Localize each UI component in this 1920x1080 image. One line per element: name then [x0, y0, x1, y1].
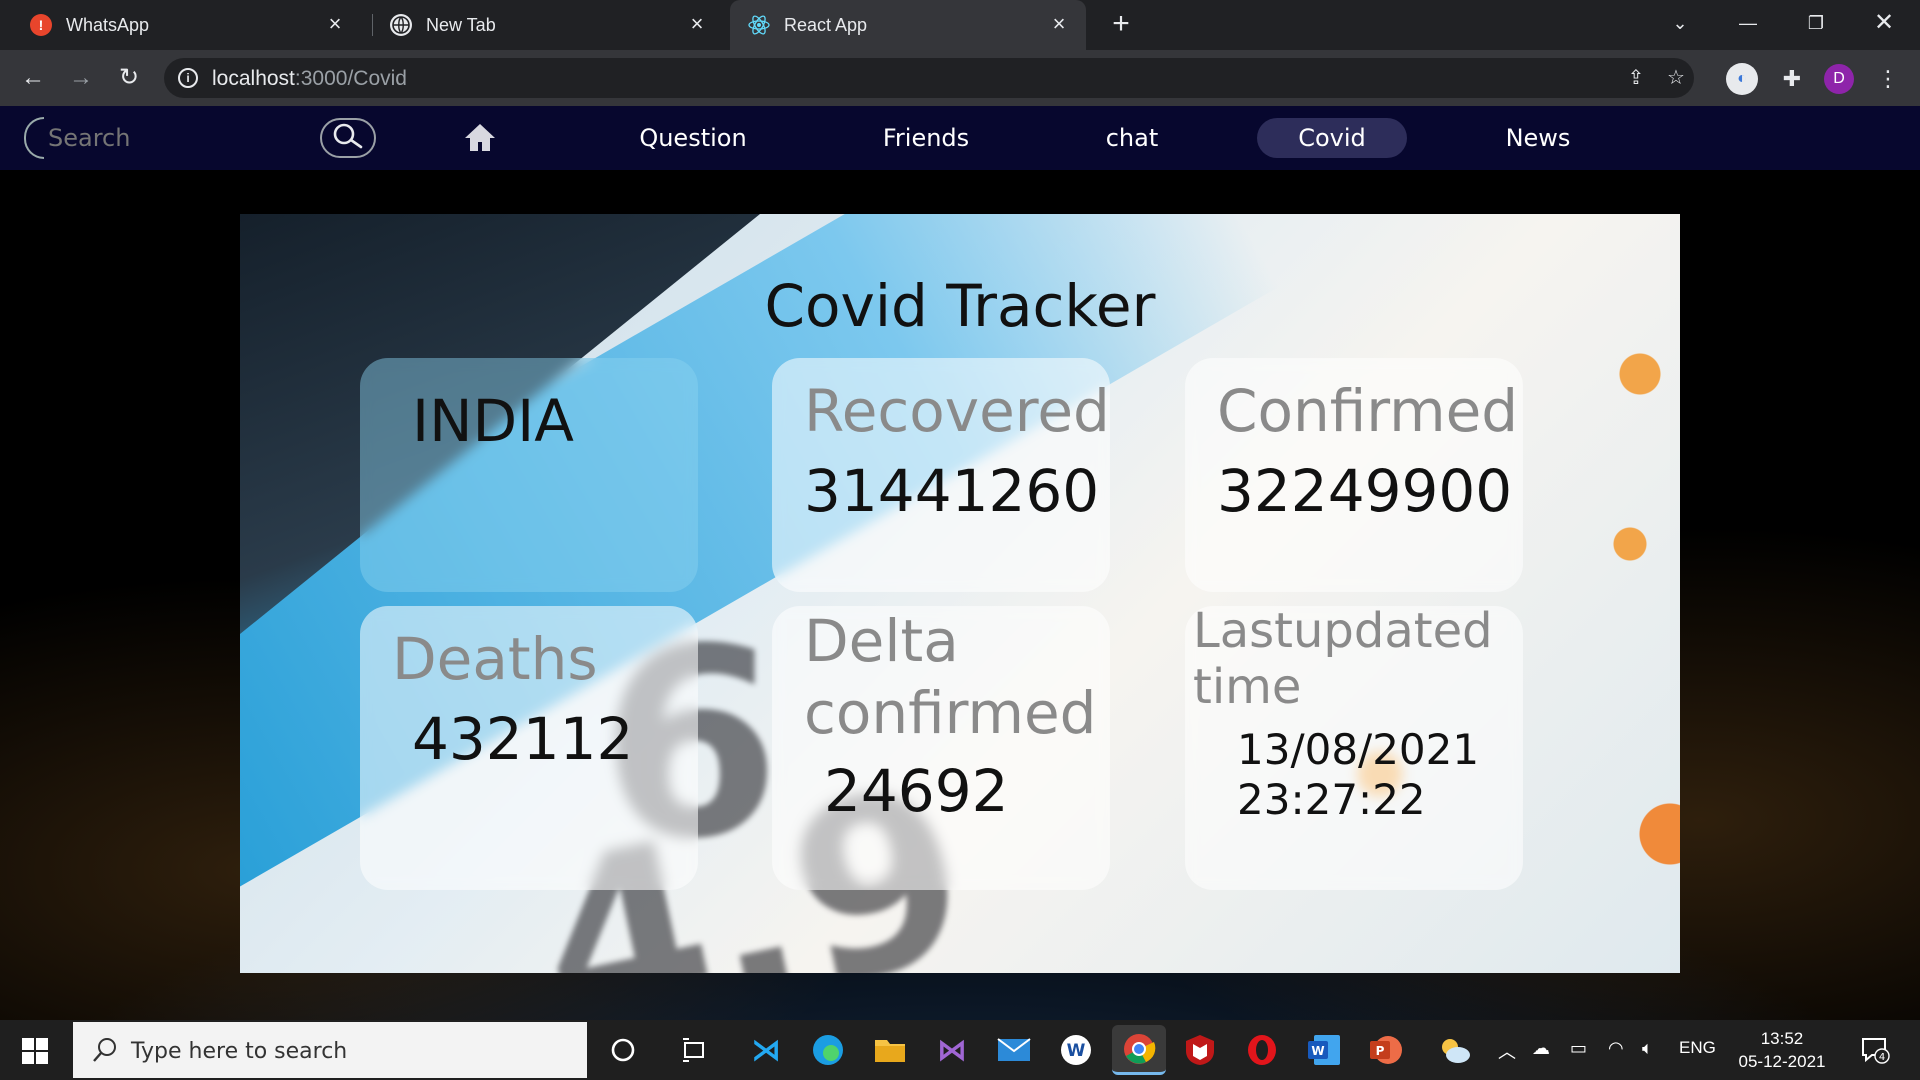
- search-icon: [93, 1038, 116, 1062]
- search-button[interactable]: [320, 118, 376, 158]
- extensions-puzzle-icon[interactable]: ✚: [1776, 63, 1808, 95]
- deaths-label: Deaths: [392, 625, 598, 693]
- minimize-button[interactable]: —: [1728, 8, 1768, 38]
- browser-toolbar: ← → ↻ i localhost:3000/Covid ⇪ ☆ ◐ ✚ D ⋮: [0, 50, 1920, 106]
- last-updated-time: 23:27:22: [1237, 775, 1426, 824]
- battery-icon[interactable]: ▭: [1570, 1038, 1587, 1059]
- show-hidden-icons-chevron-icon[interactable]: ︿: [1498, 1038, 1516, 1064]
- deaths-value: 432112: [412, 705, 634, 773]
- site-info-icon[interactable]: i: [178, 68, 198, 88]
- tab-title: New Tab: [426, 14, 496, 35]
- last-updated-label-line2: time: [1193, 659, 1302, 715]
- clock-time: 13:52: [1760, 1029, 1804, 1048]
- share-icon[interactable]: ⇪: [1624, 66, 1648, 90]
- svg-text:W: W: [1067, 1041, 1086, 1061]
- edge-icon[interactable]: [808, 1030, 848, 1070]
- browser-menu-icon[interactable]: ⋮: [1872, 63, 1904, 95]
- address-bar[interactable]: i localhost:3000/Covid ⇪ ☆: [164, 58, 1694, 98]
- extension-icon[interactable]: ◐: [1726, 63, 1758, 95]
- url-text[interactable]: localhost:3000/Covid: [212, 67, 407, 91]
- recovered-label: Recovered: [804, 377, 1110, 445]
- home-icon[interactable]: [462, 120, 498, 156]
- cortana-icon[interactable]: [603, 1030, 643, 1070]
- delta-label-line1: Delta: [804, 607, 959, 675]
- profile-avatar[interactable]: D: [1824, 64, 1854, 94]
- opera-icon[interactable]: [1242, 1030, 1282, 1070]
- globe-icon: [390, 14, 412, 36]
- delta-value: 24692: [824, 757, 1009, 825]
- confirmed-label: Confirmed: [1217, 377, 1519, 445]
- close-tab-icon[interactable]: ×: [686, 13, 708, 35]
- back-button[interactable]: ←: [18, 63, 48, 93]
- taskbar-clock[interactable]: 13:52 05-12-2021: [1720, 1027, 1844, 1073]
- weather-icon[interactable]: [1434, 1030, 1474, 1070]
- language-indicator[interactable]: ENG: [1679, 1038, 1716, 1058]
- nav-link-question[interactable]: Question: [620, 118, 766, 158]
- new-tab-button[interactable]: +: [1106, 9, 1136, 40]
- delta-label-line2: confirmed: [804, 679, 1097, 747]
- confirmed-card: Confirmed 32249900: [1185, 358, 1523, 592]
- recovered-card: Recovered 31441260: [772, 358, 1110, 592]
- last-updated-card: Lastupdated time 13/08/2021 23:27:22: [1185, 603, 1523, 890]
- search-form: [24, 117, 376, 159]
- visual-studio-icon[interactable]: ⋈: [932, 1030, 972, 1070]
- recovered-value: 31441260: [804, 457, 1100, 525]
- tab-search-chevron-icon[interactable]: ⌄: [1660, 8, 1700, 38]
- close-tab-icon[interactable]: ×: [324, 13, 346, 35]
- tab-new-tab[interactable]: New Tab ×: [362, 0, 724, 50]
- close-tab-icon[interactable]: ×: [1048, 13, 1070, 35]
- nav-link-friends[interactable]: Friends: [866, 118, 986, 158]
- close-window-button[interactable]: ✕: [1864, 8, 1904, 38]
- powerpoint-icon[interactable]: P: [1366, 1030, 1406, 1070]
- windows-start-icon[interactable]: [22, 1038, 48, 1064]
- word-icon[interactable]: W: [1304, 1030, 1344, 1070]
- tab-title: React App: [784, 14, 868, 35]
- tab-whatsapp[interactable]: ! WhatsApp ×: [0, 0, 362, 50]
- react-logo-icon: [748, 14, 770, 36]
- mcafee-icon[interactable]: [1180, 1030, 1220, 1070]
- confirmed-value: 32249900: [1217, 457, 1513, 525]
- country-card: INDIA: [360, 358, 698, 592]
- tab-react-app[interactable]: React App ×: [730, 0, 1086, 50]
- whatsapp-alert-icon: !: [30, 14, 52, 36]
- windows-taskbar: Type here to search ⋊ ⋈ W W P ︿ ☁ ▭ ◠ 🔈︎…: [0, 1020, 1920, 1080]
- taskbar-search-placeholder: Type here to search: [131, 1039, 348, 1064]
- forward-button[interactable]: →: [66, 63, 96, 93]
- covid-tracker-panel: 6 4.9 Covid Tracker INDIA Recovered 3144…: [240, 214, 1680, 973]
- file-explorer-icon[interactable]: [870, 1030, 910, 1070]
- svg-text:W: W: [1311, 1044, 1324, 1058]
- volume-icon[interactable]: 🔈︎: [1642, 1038, 1653, 1059]
- chrome-icon[interactable]: [1112, 1025, 1166, 1075]
- search-icon: [333, 123, 363, 148]
- wifi-icon[interactable]: ◠: [1608, 1038, 1624, 1059]
- tab-title: WhatsApp: [66, 14, 150, 35]
- last-updated-date: 13/08/2021: [1237, 725, 1480, 774]
- country-name: INDIA: [412, 387, 574, 455]
- onedrive-cloud-icon[interactable]: ☁: [1532, 1038, 1550, 1059]
- taskbar-search-box[interactable]: Type here to search: [73, 1022, 587, 1078]
- app-w-icon[interactable]: W: [1056, 1030, 1096, 1070]
- clock-date: 05-12-2021: [1738, 1052, 1826, 1071]
- restore-button[interactable]: ❐: [1796, 8, 1836, 38]
- bookmark-star-icon[interactable]: ☆: [1664, 66, 1688, 90]
- delta-confirmed-card: Delta confirmed 24692: [772, 606, 1110, 890]
- vscode-icon[interactable]: ⋊: [746, 1030, 786, 1070]
- browser-tab-bar: ! WhatsApp × New Tab × React App × + ⌄ —…: [0, 0, 1920, 50]
- notification-center-icon[interactable]: 4: [1860, 1036, 1892, 1066]
- nav-link-chat[interactable]: chat: [1082, 118, 1182, 158]
- svg-text:P: P: [1376, 1044, 1385, 1058]
- task-view-icon[interactable]: [675, 1030, 715, 1070]
- nav-link-covid[interactable]: Covid: [1257, 118, 1407, 158]
- notification-count: 4: [1879, 1052, 1885, 1063]
- search-input[interactable]: [24, 117, 314, 159]
- deaths-card: Deaths 432112: [360, 606, 698, 890]
- app-navbar: Question Friends chat Covid News: [0, 106, 1920, 170]
- last-updated-label-line1: Lastupdated: [1193, 603, 1493, 659]
- reload-button[interactable]: ↻: [114, 63, 144, 93]
- nav-link-news[interactable]: News: [1486, 118, 1590, 158]
- mail-icon[interactable]: [994, 1030, 1034, 1070]
- page-title: Covid Tracker: [764, 272, 1156, 340]
